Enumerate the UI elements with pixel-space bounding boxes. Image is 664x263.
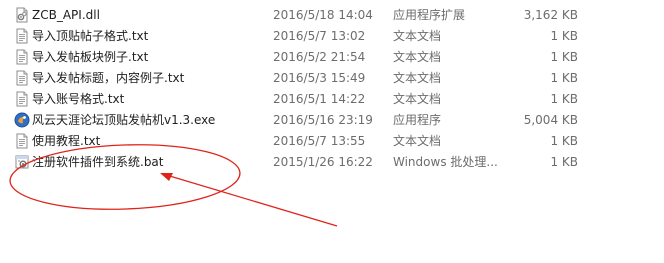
file-name: ZCB_API.dll [32,8,100,22]
file-type: 文本文档 [393,71,442,85]
text-file-icon [14,49,30,65]
file-date: 2016/5/3 15:49 [273,71,366,85]
text-file-icon [14,28,30,44]
file-size: 1 KB [550,92,578,106]
annotation-arrow-line [162,173,338,227]
file-date: 2016/5/16 23:19 [273,113,373,127]
file-size: 1 KB [550,29,578,43]
file-type: Windows 批处理... [393,155,498,169]
dll-file-icon [14,7,30,23]
file-type: 文本文档 [393,50,442,64]
file-row-txt-4[interactable]: 导入账号格式.txt 2016/5/1 14:22 文本文档 1 KB [0,89,664,110]
file-type: 应用程序 [393,113,442,127]
file-type: 文本文档 [393,29,442,43]
file-name: 导入发帖标题，内容例子.txt [32,71,185,85]
file-name: 导入顶贴帖子格式.txt [32,29,149,43]
file-row-bat[interactable]: 注册软件插件到系统.bat 2015/1/26 16:22 Windows 批处… [0,152,664,173]
file-row-txt-5[interactable]: 使用教程.txt 2016/5/7 13:55 文本文档 1 KB [0,131,664,152]
batch-file-icon [14,154,30,170]
file-row-zcb-api-dll[interactable]: ZCB_API.dll 2016/5/18 14:04 应用程序扩展 3,162… [0,5,664,26]
file-name: 注册软件插件到系统.bat [32,155,164,169]
file-name: 导入账号格式.txt [32,92,125,106]
file-size: 5,004 KB [523,113,578,127]
file-date: 2016/5/7 13:55 [273,134,366,148]
file-row-exe[interactable]: 风云天涯论坛顶贴发帖机v1.3.exe 2016/5/16 23:19 应用程序… [0,110,664,131]
file-type: 应用程序扩展 [393,8,466,22]
text-file-icon [14,133,30,149]
file-size: 1 KB [550,50,578,64]
file-size: 1 KB [550,155,578,169]
file-type: 文本文档 [393,134,442,148]
file-size: 1 KB [550,71,578,85]
file-name: 使用教程.txt [32,134,101,148]
file-size: 3,162 KB [523,8,578,22]
file-name: 导入发帖板块例子.txt [32,50,149,64]
file-list: ZCB_API.dll 2016/5/18 14:04 应用程序扩展 3,162… [0,5,664,173]
file-row-txt-1[interactable]: 导入顶贴帖子格式.txt 2016/5/7 13:02 文本文档 1 KB [0,26,664,47]
file-date: 2016/5/1 14:22 [273,92,366,106]
file-row-txt-3[interactable]: 导入发帖标题，内容例子.txt 2016/5/3 15:49 文本文档 1 KB [0,68,664,89]
file-date: 2015/1/26 16:22 [273,155,373,169]
exe-app-icon [14,112,30,128]
file-date: 2016/5/2 21:54 [273,50,366,64]
file-size: 1 KB [550,134,578,148]
annotation-arrow-head [160,173,173,181]
text-file-icon [14,91,30,107]
file-name: 风云天涯论坛顶贴发帖机v1.3.exe [32,113,216,127]
file-type: 文本文档 [393,92,442,106]
text-file-icon [14,70,30,86]
file-date: 2016/5/18 14:04 [273,8,373,22]
file-date: 2016/5/7 13:02 [273,29,366,43]
file-row-txt-2[interactable]: 导入发帖板块例子.txt 2016/5/2 21:54 文本文档 1 KB [0,47,664,68]
